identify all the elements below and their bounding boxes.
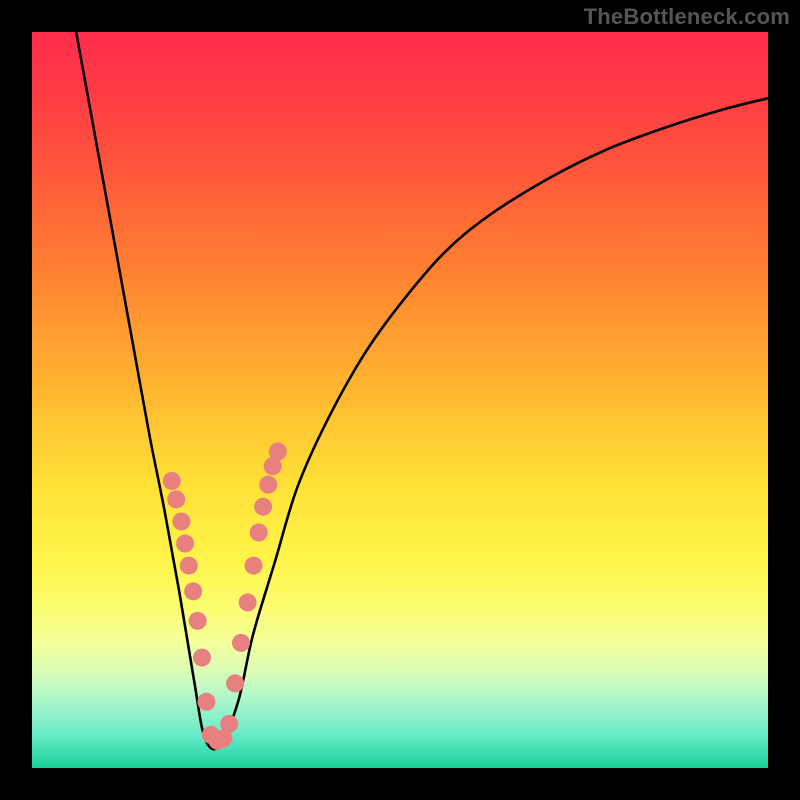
highlight-dot xyxy=(259,476,277,494)
highlight-dot xyxy=(250,523,268,541)
highlight-dot xyxy=(193,649,211,667)
highlight-dot xyxy=(176,535,194,553)
highlight-dot xyxy=(245,557,263,575)
highlight-dot xyxy=(167,490,185,508)
highlight-dot xyxy=(197,693,215,711)
highlight-dot xyxy=(220,715,238,733)
highlight-dot xyxy=(189,612,207,630)
highlight-dot xyxy=(239,593,257,611)
bottleneck-curve xyxy=(76,32,768,749)
highlight-dot xyxy=(163,472,181,490)
highlight-dot xyxy=(232,634,250,652)
curve-layer xyxy=(32,32,768,768)
highlight-dot xyxy=(269,443,287,461)
highlight-dots xyxy=(163,443,287,750)
highlight-dot xyxy=(254,498,272,516)
highlight-dot xyxy=(184,582,202,600)
highlight-dot xyxy=(172,512,190,530)
chart-frame: TheBottleneck.com xyxy=(0,0,800,800)
highlight-dot xyxy=(180,557,198,575)
highlight-dot xyxy=(226,674,244,692)
watermark-text: TheBottleneck.com xyxy=(584,4,790,30)
plot-area xyxy=(32,32,768,768)
